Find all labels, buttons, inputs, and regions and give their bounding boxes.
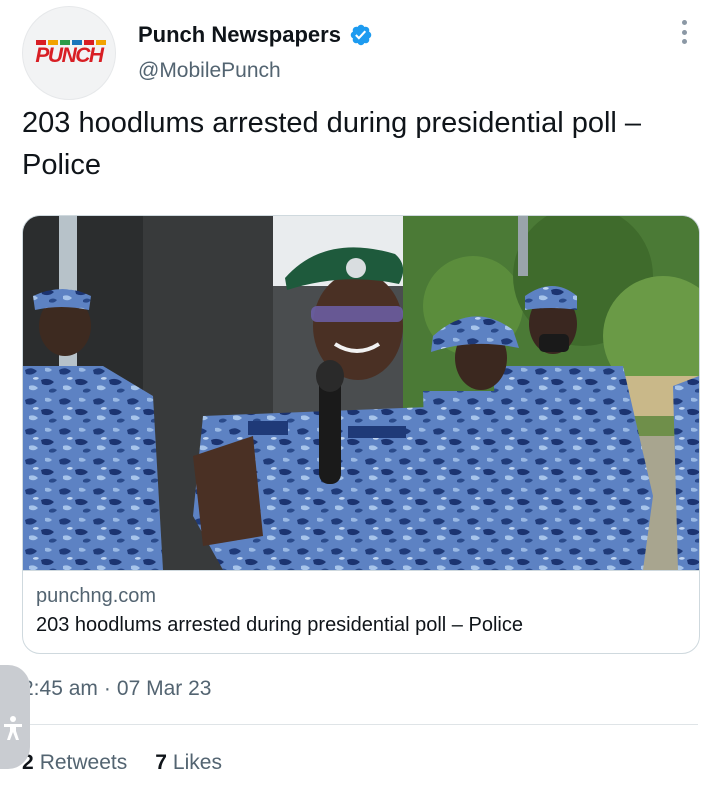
likes-count: 7 [155, 751, 167, 774]
avatar[interactable]: PUNCH [22, 6, 116, 100]
card-domain: punchng.com [36, 585, 157, 607]
tweet-timestamp[interactable]: 2:45 am · 07 Mar 23 [22, 677, 211, 701]
verified-badge-icon [350, 24, 372, 46]
author-display-name[interactable]: Punch Newspapers [138, 22, 341, 48]
more-options-icon[interactable] [676, 20, 692, 44]
accessibility-icon [4, 716, 22, 740]
author-name-row[interactable]: Punch Newspapers [138, 22, 373, 48]
punch-logo: PUNCH [30, 40, 108, 66]
card-title[interactable]: 203 hoodlums arrested during presidentia… [36, 614, 523, 637]
engagement-stats: 2 Retweets 7 Likes [22, 751, 222, 775]
likes-stat[interactable]: 7 Likes [155, 751, 222, 775]
logo-text: PUNCH [35, 44, 104, 67]
retweets-stat[interactable]: 2 Retweets [22, 751, 127, 775]
tweet-date: 07 Mar 23 [116, 677, 212, 700]
tweet-time: 2:45 am [22, 677, 98, 700]
link-card[interactable]: punchng.com 203 hoodlums arrested during… [22, 215, 700, 654]
card-footer[interactable]: punchng.com 203 hoodlums arrested during… [23, 570, 699, 653]
retweets-label: Retweets [39, 751, 128, 774]
timestamp-separator: · [103, 677, 111, 700]
author-handle[interactable]: @MobilePunch [138, 58, 281, 84]
accessibility-button[interactable] [0, 665, 30, 769]
divider [22, 724, 698, 725]
likes-label: Likes [172, 751, 222, 774]
card-photo [23, 216, 699, 570]
tweet-text: 203 hoodlums arrested during presidentia… [22, 107, 642, 181]
